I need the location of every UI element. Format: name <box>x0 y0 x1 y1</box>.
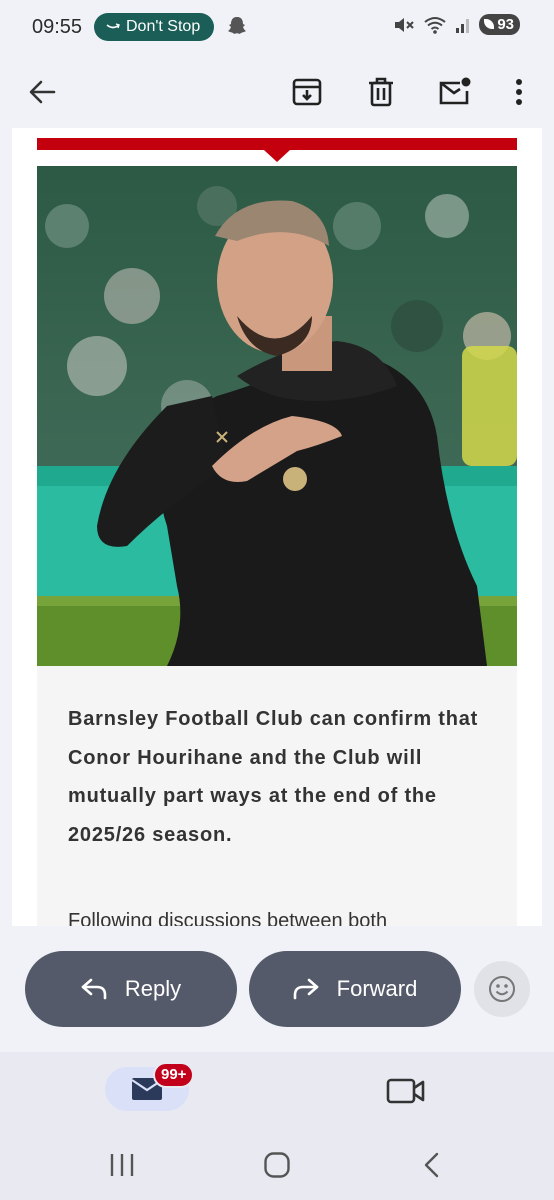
article-body: Following discussions between both <box>68 910 388 926</box>
now-playing-label: Don't Stop <box>126 18 201 35</box>
video-camera-icon[interactable] <box>386 1076 426 1106</box>
wifi-icon <box>424 16 446 34</box>
forward-icon <box>293 978 318 1000</box>
smiley-icon <box>489 976 515 1002</box>
system-navigation-bar <box>0 1146 554 1186</box>
signal-icon <box>456 18 470 33</box>
home-icon[interactable] <box>263 1151 291 1179</box>
header-accent-bar <box>37 138 517 150</box>
newsletter-card: Barnsley Football Club can confirm that … <box>37 166 517 926</box>
unread-badge: 99+ <box>153 1062 195 1088</box>
more-options-button[interactable] <box>497 70 541 114</box>
email-body[interactable]: Barnsley Football Club can confirm that … <box>12 128 542 926</box>
forward-button[interactable]: Forward <box>249 951 461 1027</box>
status-bar: 09:55 Don't Stop 93 <box>0 0 554 56</box>
back-arrow-icon <box>29 80 56 104</box>
player-photo-image <box>37 166 517 666</box>
reply-label: Reply <box>124 976 182 1001</box>
header-accent-notch <box>264 150 290 162</box>
article-text: Barnsley Football Club can confirm that … <box>68 700 498 926</box>
reply-button[interactable]: Reply <box>25 951 237 1027</box>
article-headline: Barnsley Football Club can confirm that … <box>68 708 479 846</box>
back-icon[interactable] <box>422 1151 442 1179</box>
now-playing-pill[interactable]: Don't Stop <box>94 13 215 41</box>
archive-icon <box>292 78 322 106</box>
emoji-reaction-button[interactable] <box>474 961 530 1017</box>
email-toolbar <box>0 56 554 128</box>
system-icons: 93 <box>393 14 520 35</box>
more-options-icon <box>516 79 522 105</box>
delete-button[interactable] <box>359 70 403 114</box>
back-button[interactable] <box>20 70 64 114</box>
bottom-navigation: 99+ <box>0 1052 554 1200</box>
battery-level: 93 <box>497 16 514 33</box>
amazon-music-icon <box>106 23 120 29</box>
status-time: 09:55 <box>32 16 83 38</box>
battery-icon: 93 <box>479 14 520 35</box>
mark-unread-button[interactable] <box>433 70 477 114</box>
player-photo <box>37 166 517 666</box>
reply-icon <box>81 978 107 1000</box>
delete-icon <box>369 77 393 107</box>
mark-unread-icon <box>439 77 471 105</box>
snapchat-ghost-icon <box>228 17 246 34</box>
recents-icon[interactable] <box>108 1152 136 1178</box>
mute-icon <box>395 17 415 32</box>
forward-label: Forward <box>336 976 418 1001</box>
archive-button[interactable] <box>285 70 329 114</box>
